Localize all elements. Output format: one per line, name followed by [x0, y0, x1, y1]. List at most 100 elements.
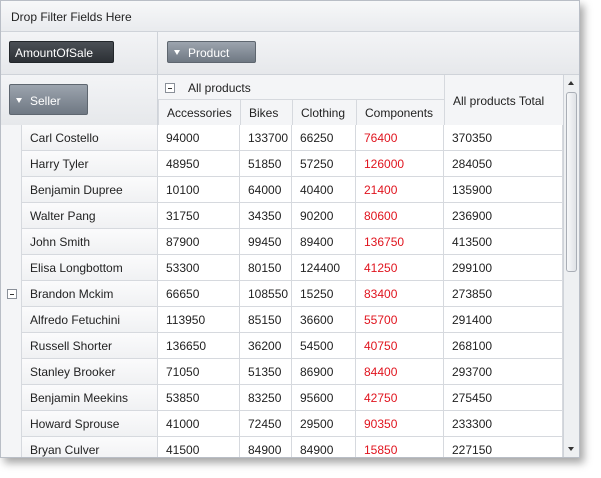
components-cell[interactable]: 41250	[356, 255, 444, 281]
table-row[interactable]: Elisa Longbottom 53300 80150 124400 41250 299…	[1, 255, 563, 281]
table-row[interactable]: Walter Pang 31750 34350 90200 80600 236900	[1, 203, 563, 229]
accessories-cell[interactable]: 41000	[158, 411, 240, 437]
total-cell[interactable]: 268100	[444, 333, 563, 359]
accessories-cell[interactable]: 87900	[158, 229, 240, 255]
seller-cell[interactable]: Carl Costello	[22, 125, 158, 151]
total-cell[interactable]: 273850	[444, 281, 563, 307]
bikes-cell[interactable]: 108550	[240, 281, 292, 307]
total-cell[interactable]: 370350	[444, 125, 563, 151]
column-header-bikes[interactable]: Bikes	[249, 106, 278, 120]
bikes-cell[interactable]: 51350	[240, 359, 292, 385]
seller-cell[interactable]: Bryan Culver	[22, 437, 158, 457]
clothing-cell[interactable]: 89400	[292, 229, 356, 255]
clothing-cell[interactable]: 84900	[292, 437, 356, 457]
components-cell[interactable]: 136750	[356, 229, 444, 255]
clothing-cell[interactable]: 90200	[292, 203, 356, 229]
bikes-cell[interactable]: 99450	[240, 229, 292, 255]
clothing-cell[interactable]: 54500	[292, 333, 356, 359]
accessories-cell[interactable]: 41500	[158, 437, 240, 457]
clothing-cell[interactable]: 40400	[292, 177, 356, 203]
seller-cell[interactable]: Benjamin Meekins	[22, 385, 158, 411]
total-cell[interactable]: 413500	[444, 229, 563, 255]
accessories-cell[interactable]: 10100	[158, 177, 240, 203]
table-row[interactable]: Howard Sprouse 41000 72450 29500 90350 233300	[1, 411, 563, 437]
accessories-cell[interactable]: 136650	[158, 333, 240, 359]
bikes-cell[interactable]: 51850	[240, 151, 292, 177]
table-row[interactable]: Bryan Culver 41500 84900 84900 15850 227150	[1, 437, 563, 457]
components-cell[interactable]: 21400	[356, 177, 444, 203]
accessories-cell[interactable]: 113950	[158, 307, 240, 333]
total-cell[interactable]: 135900	[444, 177, 563, 203]
components-cell[interactable]: 15850	[356, 437, 444, 457]
components-cell[interactable]: 76400	[356, 125, 444, 151]
table-row[interactable]: Carl Costello 94000 133700 66250 76400 370350	[1, 125, 563, 151]
components-cell[interactable]: 40750	[356, 333, 444, 359]
seller-field-chip[interactable]: Seller	[9, 84, 88, 115]
table-row[interactable]: Benjamin Meekins 53850 83250 95600 42750 2754…	[1, 385, 563, 411]
column-header-components[interactable]: Components	[365, 106, 433, 120]
bikes-cell[interactable]: 36200	[240, 333, 292, 359]
components-cell[interactable]: 42750	[356, 385, 444, 411]
column-header-accessories[interactable]: Accessories	[167, 106, 232, 120]
accessories-cell[interactable]: 53850	[158, 385, 240, 411]
table-row[interactable]: Stanley Brooker 71050 51350 86900 84400 29370…	[1, 359, 563, 385]
seller-cell[interactable]: Benjamin Dupree	[22, 177, 158, 203]
accessories-cell[interactable]: 66650	[158, 281, 240, 307]
total-cell[interactable]: 227150	[444, 437, 563, 457]
clothing-cell[interactable]: 124400	[292, 255, 356, 281]
table-row[interactable]: Russell Shorter 136650 36200 54500 40750 2681…	[1, 333, 563, 359]
bikes-cell[interactable]: 83250	[240, 385, 292, 411]
clothing-cell[interactable]: 66250	[292, 125, 356, 151]
bikes-cell[interactable]: 34350	[240, 203, 292, 229]
clothing-cell[interactable]: 36600	[292, 307, 356, 333]
seller-cell[interactable]: Elisa Longbottom	[22, 255, 158, 281]
clothing-cell[interactable]: 86900	[292, 359, 356, 385]
total-cell[interactable]: 284050	[444, 151, 563, 177]
components-cell[interactable]: 90350	[356, 411, 444, 437]
vertical-scrollbar[interactable]	[563, 75, 579, 457]
clothing-cell[interactable]: 29500	[292, 411, 356, 437]
filter-drop-area[interactable]: Drop Filter Fields Here	[1, 1, 579, 32]
accessories-cell[interactable]: 53300	[158, 255, 240, 281]
accessories-cell[interactable]: 31750	[158, 203, 240, 229]
components-cell[interactable]: 83400	[356, 281, 444, 307]
seller-cell[interactable]: Walter Pang	[22, 203, 158, 229]
collapse-all-products-icon[interactable]	[165, 83, 175, 93]
column-header-clothing[interactable]: Clothing	[301, 106, 345, 120]
accessories-cell[interactable]: 94000	[158, 125, 240, 151]
table-row[interactable]: Alfredo Fetuchini 113950 85150 36600 55700 29…	[1, 307, 563, 333]
bikes-cell[interactable]: 85150	[240, 307, 292, 333]
components-cell[interactable]: 80600	[356, 203, 444, 229]
collapse-sellers-icon[interactable]	[7, 289, 17, 299]
clothing-cell[interactable]: 95600	[292, 385, 356, 411]
bikes-cell[interactable]: 84900	[240, 437, 292, 457]
product-field-chip[interactable]: Product	[167, 41, 256, 63]
column-header-total[interactable]: All products Total	[453, 94, 544, 108]
seller-cell[interactable]: Howard Sprouse	[22, 411, 158, 437]
scroll-thumb[interactable]	[566, 92, 577, 272]
amount-of-sale-field-chip[interactable]: AmountOfSale	[9, 41, 114, 63]
total-cell[interactable]: 275450	[444, 385, 563, 411]
bikes-cell[interactable]: 64000	[240, 177, 292, 203]
bikes-cell[interactable]: 133700	[240, 125, 292, 151]
bikes-cell[interactable]: 72450	[240, 411, 292, 437]
total-cell[interactable]: 233300	[444, 411, 563, 437]
seller-cell[interactable]: Russell Shorter	[22, 333, 158, 359]
table-row[interactable]: John Smith 87900 99450 89400 136750 413500	[1, 229, 563, 255]
seller-cell[interactable]: Harry Tyler	[22, 151, 158, 177]
scroll-down-button[interactable]	[565, 442, 578, 457]
components-cell[interactable]: 84400	[356, 359, 444, 385]
table-row[interactable]: Harry Tyler 48950 51850 57250 126000 284050	[1, 151, 563, 177]
seller-cell[interactable]: John Smith	[22, 229, 158, 255]
accessories-cell[interactable]: 71050	[158, 359, 240, 385]
scroll-up-button[interactable]	[565, 76, 578, 91]
total-cell[interactable]: 236900	[444, 203, 563, 229]
total-cell[interactable]: 299100	[444, 255, 563, 281]
seller-cell[interactable]: Brandon Mckim	[22, 281, 158, 307]
accessories-cell[interactable]: 48950	[158, 151, 240, 177]
table-row[interactable]: Benjamin Dupree 10100 64000 40400 21400 13590…	[1, 177, 563, 203]
seller-cell[interactable]: Alfredo Fetuchini	[22, 307, 158, 333]
total-cell[interactable]: 291400	[444, 307, 563, 333]
seller-cell[interactable]: Stanley Brooker	[22, 359, 158, 385]
total-cell[interactable]: 293700	[444, 359, 563, 385]
